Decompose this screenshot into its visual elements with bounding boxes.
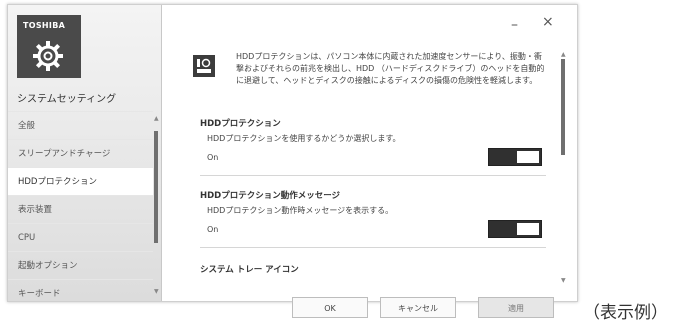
example-caption: （表示例） bbox=[583, 303, 668, 323]
section-desc-protection-message: HDDプロテクション動作時メッセージを表示する。 bbox=[207, 206, 394, 215]
sidebar-item-general[interactable]: 全般 bbox=[8, 111, 153, 139]
app-title: システムセッティング bbox=[17, 94, 117, 105]
state-label-protection-message: On bbox=[207, 225, 219, 234]
protection-message-toggle[interactable] bbox=[488, 220, 542, 238]
sidebar-item-cpu[interactable]: CPU bbox=[8, 223, 153, 251]
brand-logo: TOSHIBA bbox=[23, 21, 66, 30]
sidebar-item-sleep-and-charge[interactable]: スリープアンドチャージ bbox=[8, 139, 153, 167]
scroll-down-arrow-icon[interactable]: ▼ bbox=[154, 288, 159, 295]
hdd-protection-icon bbox=[193, 55, 215, 77]
sidebar-item-hdd-protection[interactable]: HDDプロテクション bbox=[8, 167, 153, 195]
divider bbox=[200, 175, 546, 176]
feature-description: HDDプロテクションは、パソコン本体に内蔵された加速度センサーにより、振動・衝撃… bbox=[236, 52, 545, 85]
minimize-button[interactable]: – bbox=[511, 17, 518, 33]
scroll-down-arrow-icon[interactable]: ▼ bbox=[561, 277, 566, 284]
cancel-button[interactable]: キャンセル bbox=[380, 297, 456, 318]
toggle-knob bbox=[517, 223, 539, 235]
section-title-protection-message: HDDプロテクション動作メッセージ bbox=[200, 191, 341, 201]
apply-button[interactable]: 適用 bbox=[478, 297, 554, 318]
sidebar-item-keyboard[interactable]: キーボード bbox=[8, 279, 153, 301]
section-title-hdd-protection: HDDプロテクション bbox=[200, 119, 281, 129]
divider bbox=[200, 247, 546, 248]
section-title-system-tray-icon: システム トレー アイコン bbox=[200, 265, 299, 275]
gear-icon bbox=[33, 41, 63, 71]
sidebar-scrollbar-thumb[interactable] bbox=[154, 131, 158, 243]
sidebar-item-display[interactable]: 表示装置 bbox=[8, 195, 153, 223]
sidebar: TOSHIBA システムセッティング 全般 スリープアンドチャージ HDDプロテ… bbox=[8, 5, 162, 301]
main-scrollbar-thumb[interactable] bbox=[561, 59, 565, 155]
state-label-hdd-protection: On bbox=[207, 153, 219, 162]
scroll-up-arrow-icon[interactable]: ▲ bbox=[561, 51, 566, 58]
toggle-knob bbox=[517, 151, 539, 163]
scroll-up-arrow-icon[interactable]: ▲ bbox=[154, 115, 159, 122]
settings-window: TOSHIBA システムセッティング 全般 スリープアンドチャージ HDDプロテ… bbox=[7, 4, 578, 302]
close-button[interactable]: × bbox=[542, 14, 554, 30]
sidebar-item-boot-options[interactable]: 起動オプション bbox=[8, 251, 153, 279]
ok-button[interactable]: OK bbox=[292, 297, 368, 318]
brand-tile: TOSHIBA bbox=[17, 15, 81, 78]
section-desc-hdd-protection: HDDプロテクションを使用するかどうか選択します。 bbox=[207, 134, 401, 143]
hdd-protection-toggle[interactable] bbox=[488, 148, 542, 166]
sidebar-nav: 全般 スリープアンドチャージ HDDプロテクション 表示装置 CPU 起動オプシ… bbox=[8, 111, 153, 301]
